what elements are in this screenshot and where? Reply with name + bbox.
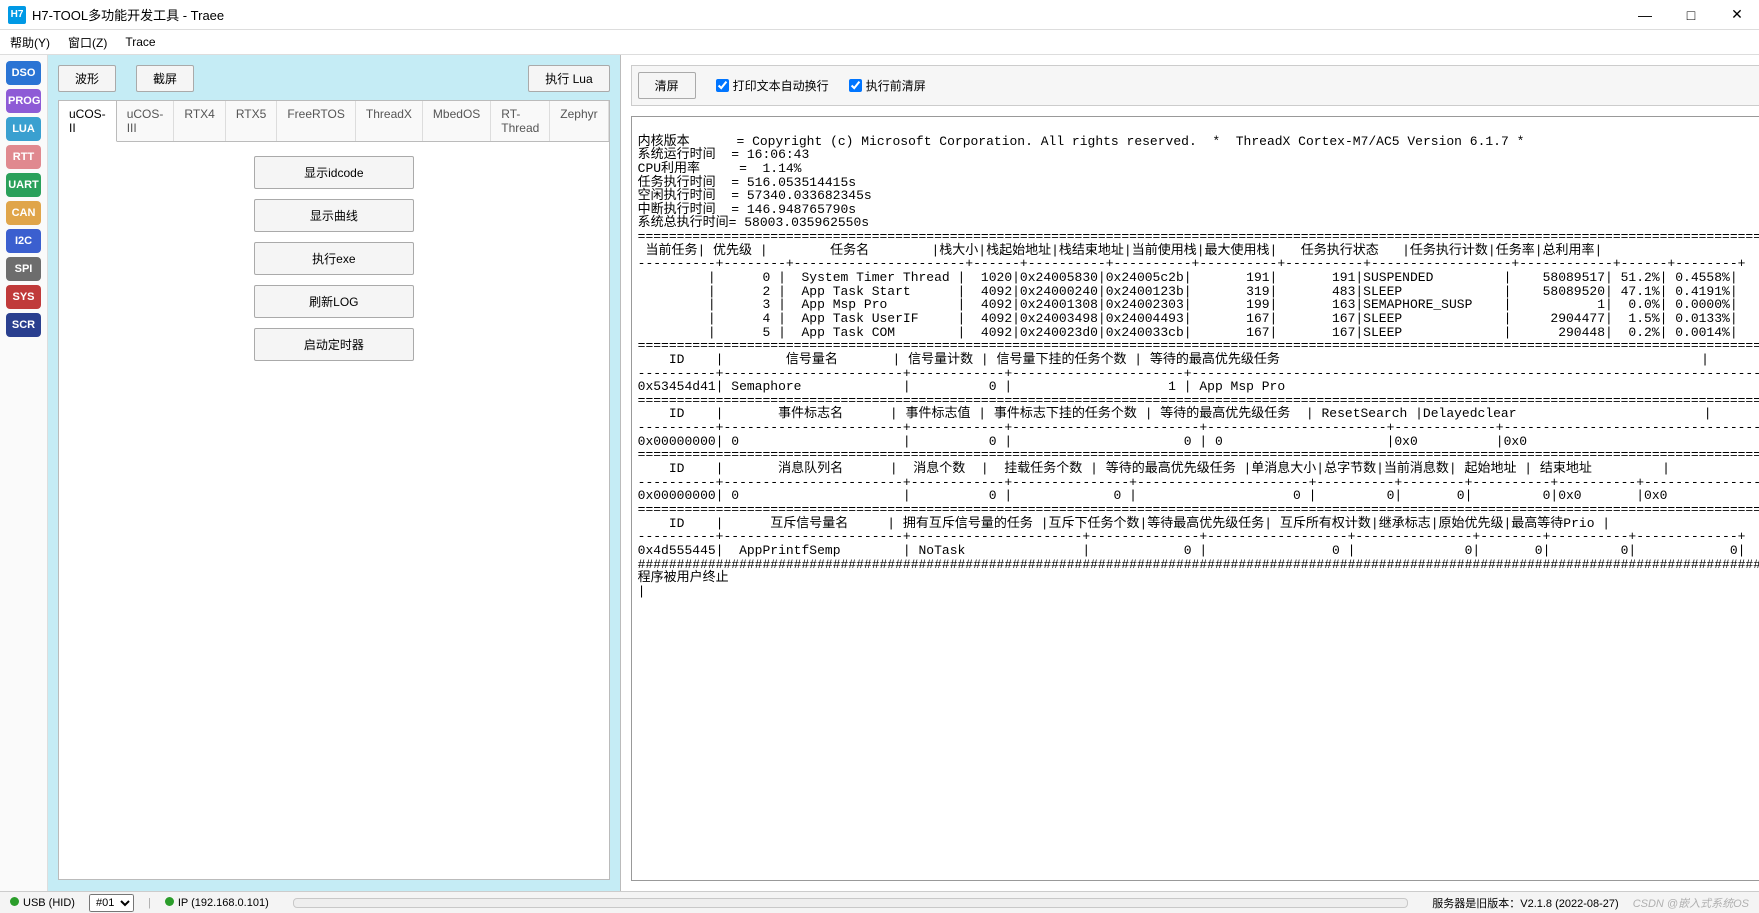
right-column: 清屏 打印文本自动换行 执行前清屏 内核版本 = Copyright (c) M… — [621, 55, 1759, 891]
titlebar: H7 H7-TOOL多功能开发工具 - Traee — □ ✕ — [0, 0, 1759, 30]
clear-log-button[interactable]: 清屏 — [638, 72, 696, 99]
action-button-4[interactable]: 启动定时器 — [254, 328, 414, 361]
preclear-checkbox[interactable]: 执行前清屏 — [849, 77, 926, 94]
rail-prog[interactable]: PROG — [6, 89, 41, 113]
action-button-1[interactable]: 显示曲线 — [254, 199, 414, 232]
tab-rtx5[interactable]: RTX5 — [226, 101, 277, 141]
connection-label: USB (HID) — [23, 897, 75, 909]
rail-sys[interactable]: SYS — [6, 285, 41, 309]
tab-freertos[interactable]: FreeRTOS — [277, 101, 356, 141]
side-rail: DSO PROG LUA RTT UART CAN I2C SPI SYS SCR — [0, 55, 48, 891]
screenshot-button[interactable]: 截屏 — [136, 65, 194, 92]
center-toolbar: 波形 截屏 执行 Lua — [58, 65, 610, 92]
menu-window[interactable]: 窗口(Z) — [68, 34, 107, 51]
rail-can[interactable]: CAN — [6, 201, 41, 225]
rail-lua[interactable]: LUA — [6, 117, 41, 141]
tab-ucos-ii[interactable]: uCOS-II — [59, 101, 117, 142]
rail-uart[interactable]: UART — [6, 173, 41, 197]
minimize-button[interactable]: — — [1631, 5, 1659, 25]
action-button-0[interactable]: 显示idcode — [254, 156, 414, 189]
statusbar: USB (HID) #01 | IP (192.168.0.101) 服务器是旧… — [0, 891, 1759, 913]
close-button[interactable]: ✕ — [1723, 5, 1751, 25]
maximize-button[interactable]: □ — [1677, 5, 1705, 25]
rtos-tabs: uCOS-IIuCOS-IIIRTX4RTX5FreeRTOSThreadXMb… — [59, 101, 609, 142]
center-column: 波形 截屏 执行 Lua uCOS-IIuCOS-IIIRTX4RTX5Free… — [48, 55, 621, 891]
window-buttons: — □ ✕ — [1631, 5, 1751, 25]
tab-ucos-iii[interactable]: uCOS-III — [117, 101, 175, 141]
tab-mbedos[interactable]: MbedOS — [423, 101, 491, 141]
watermark-label: CSDN @嵌入式系统OS — [1633, 895, 1749, 911]
progress-bar — [293, 898, 1409, 908]
rail-scr[interactable]: SCR — [6, 313, 41, 337]
menu-help[interactable]: 帮助(Y) — [10, 34, 50, 51]
wrap-checkbox-label: 打印文本自动换行 — [733, 77, 829, 94]
waveform-button[interactable]: 波形 — [58, 65, 116, 92]
channel-select[interactable]: #01 — [89, 894, 134, 912]
action-button-3[interactable]: 刷新LOG — [254, 285, 414, 318]
preclear-checkbox-label: 执行前清屏 — [866, 77, 926, 94]
wrap-checkbox-input[interactable] — [716, 79, 729, 92]
ip-indicator: IP (192.168.0.101) — [165, 897, 269, 909]
main-area: DSO PROG LUA RTT UART CAN I2C SPI SYS SCR 波形 截屏 执… — [0, 55, 1759, 891]
tab-rt-thread[interactable]: RT-Thread — [491, 101, 550, 141]
ip-dot-icon — [165, 897, 174, 906]
log-toolbar: 清屏 打印文本自动换行 执行前清屏 — [631, 65, 1759, 106]
rtos-tab-content: 显示idcode 显示曲线执行exe 刷新LOG 启动定时器 — [59, 142, 609, 385]
app-icon: H7 — [8, 6, 26, 24]
run-lua-button[interactable]: 执行 Lua — [528, 65, 609, 92]
action-button-2[interactable]: 执行exe — [254, 242, 414, 275]
ip-label: IP (192.168.0.101) — [178, 897, 269, 909]
preclear-checkbox-input[interactable] — [849, 79, 862, 92]
tab-threadx[interactable]: ThreadX — [356, 101, 423, 141]
menubar: 帮助(Y) 窗口(Z) Trace — [0, 30, 1759, 55]
status-separator: | — [148, 897, 151, 909]
rail-dso[interactable]: DSO — [6, 61, 41, 85]
menu-trace[interactable]: Trace — [125, 35, 155, 49]
rail-i2c[interactable]: I2C — [6, 229, 41, 253]
tab-zephyr[interactable]: Zephyr — [550, 101, 608, 141]
window-title: H7-TOOL多功能开发工具 - Traee — [32, 5, 1631, 24]
connection-status: USB (HID) — [10, 897, 75, 909]
log-console[interactable]: 内核版本 = Copyright (c) Microsoft Corporati… — [631, 116, 1759, 881]
rtos-tab-panel: uCOS-IIuCOS-IIIRTX4RTX5FreeRTOSThreadXMb… — [58, 100, 610, 880]
rail-rtt[interactable]: RTT — [6, 145, 41, 169]
tab-rtx4[interactable]: RTX4 — [174, 101, 225, 141]
rail-spi[interactable]: SPI — [6, 257, 41, 281]
status-dot-icon — [10, 897, 19, 906]
server-version-label: 服务器是旧版本：V2.1.8 (2022-08-27) — [1432, 895, 1618, 911]
wrap-checkbox[interactable]: 打印文本自动换行 — [716, 77, 829, 94]
